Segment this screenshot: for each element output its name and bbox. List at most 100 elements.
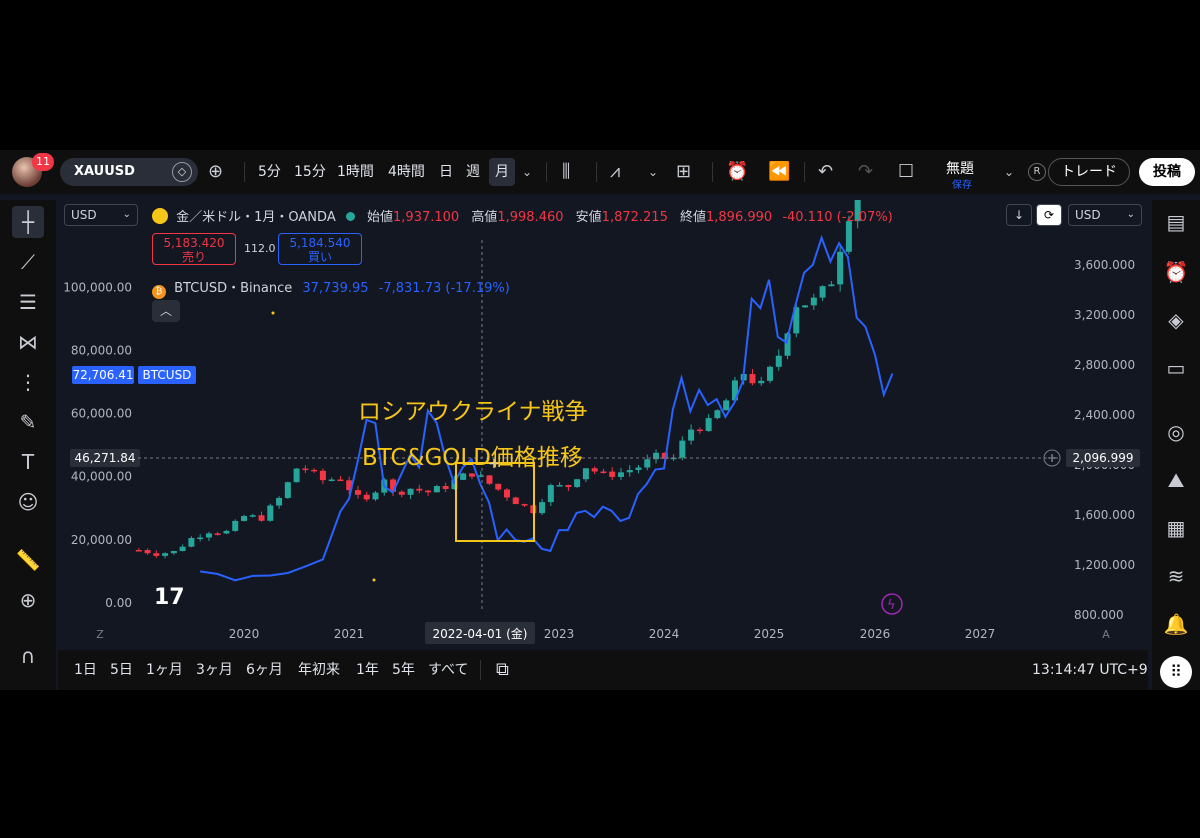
range-all[interactable]: すべて [428,650,468,690]
text-icon[interactable]: T [12,446,44,478]
gold-candle-body [486,475,493,484]
arrow-down-icon[interactable]: ↓ [1006,204,1032,226]
add-compare-icon[interactable]: ⊕ [208,150,223,194]
candles-icon[interactable]: ⫼ [562,150,570,194]
range-6m[interactable]: 6ヶ月 [246,650,283,690]
right-sidebar: ▤ ⏰ ◈ ▭ ◎ ⛰ ▦ ≋ 🔔 ⠿ [1152,200,1200,690]
magnet-icon[interactable]: ∩ [12,640,44,672]
left-tick-label: 80,000.00 [71,343,132,357]
range-ytd[interactable]: 年初来 [298,650,340,690]
crosshair-date: 2022-04-01 (金) [433,626,528,641]
sync-icon[interactable]: ⟳ [1036,204,1062,226]
interval-15m[interactable]: 15分 [294,150,326,194]
left-tick-label: 20,000.00 [71,533,132,547]
tradingview-logo-icon: 17 [154,585,185,610]
gold-candle-body [179,546,186,551]
crosshair-icon[interactable]: ┼ [12,206,44,238]
left-axis: 100,000.00 80,000.00 60,000.00 40,000.00 20,… [63,280,196,610]
redo-icon[interactable]: ↷ [858,150,873,194]
sell-button[interactable]: 5,183.420 売り [152,233,236,265]
drawing-toolbar: ┼ ⟋ ☰ ⋈ ⋮ ✎ T ☺ 📏 ⊕ ∩ [0,200,56,690]
projection-icon[interactable]: ⋮ [12,366,44,398]
chevron-down-icon[interactable]: ⌄ [522,150,532,194]
range-3m[interactable]: 3ヶ月 [196,650,233,690]
replay-icon[interactable]: ⏪ [768,150,790,194]
currency-select-right[interactable]: USD ⌄ [1068,204,1142,226]
r-button[interactable]: R [1028,163,1046,181]
market-open-dot [345,212,355,221]
bell-icon[interactable]: 🔔 [1160,608,1192,640]
calendar-range-icon[interactable]: ⧉ [496,650,509,690]
left-tick-label: 0.00 [105,596,132,610]
undo-icon[interactable]: ↶ [818,150,833,194]
gold-candle-body [635,467,642,470]
trendline-icon[interactable]: ⟋ [12,246,44,278]
left-tick-label: 100,000.00 [63,280,132,294]
high-value: 1,998.460 [497,210,564,225]
symbol-search[interactable]: XAUUSD ◇ [60,158,198,186]
gold-logo-icon [152,208,168,224]
gold-candle-body [232,520,239,531]
target-icon[interactable]: ◎ [1160,416,1192,448]
post-button[interactable]: 投稿 [1139,158,1195,186]
ruler-icon[interactable]: 📏 [12,544,44,576]
gold-candle-body [819,286,826,298]
interval-1h[interactable]: 1時間 [337,150,374,194]
layouts-icon[interactable]: ⊞ [676,150,691,194]
chat-icon[interactable]: ▭ [1160,352,1192,384]
diamond-icon[interactable]: ◇ [172,162,192,182]
mountain-icon[interactable]: ⛰ [1160,464,1192,496]
chart-area[interactable]: 100,000.00 80,000.00 60,000.00 40,000.00 20,… [58,194,1148,650]
fib-icon[interactable]: ☰ [12,286,44,318]
alarm-icon[interactable]: ⏰ [1160,256,1192,288]
change-value: -40.110 (-2.07%) [782,210,893,225]
pattern-icon[interactable]: ⋈ [12,326,44,358]
chevron-down-icon[interactable]: ⌄ [1004,150,1014,194]
high-label: 高値 [471,210,498,225]
interval-5m[interactable]: 5分 [258,150,281,194]
range-5d[interactable]: 5日 [110,650,133,690]
buy-button[interactable]: 5,184.540 買い [278,233,362,265]
brush-icon[interactable]: ✎ [12,406,44,438]
gold-candle-body [714,410,721,419]
gold-candle-body [267,505,274,521]
layers-icon[interactable]: ◈ [1160,304,1192,336]
gold-candle-body [495,483,502,490]
calendar-icon[interactable]: ▦ [1160,512,1192,544]
clock-time[interactable]: 13:14:47 UTC+9 [1032,650,1148,690]
interval-month[interactable]: 月 [489,158,515,186]
chevron-down-icon: ⌄ [122,209,131,220]
range-1y[interactable]: 1年 [356,650,379,690]
range-5y[interactable]: 5年 [392,650,415,690]
currency-select-left[interactable]: USD ⌄ [64,204,138,226]
alert-icon[interactable]: ⏰ [726,150,748,194]
time-axis: 2020 2021 2023 2024 2025 2026 2027 2022-04-01 (… [96,622,1110,644]
gold-candle-body [284,482,291,498]
interval-4h[interactable]: 4時間 [388,150,425,194]
btc-price-value: 72,706.41 [72,368,133,382]
chevron-down-icon: ⌄ [1126,209,1135,220]
chevron-up-icon[interactable]: ︿ [152,300,180,322]
indicators-icon[interactable]: ⩘ [610,150,620,194]
chevron-down-icon[interactable]: ⌄ [648,150,658,194]
layout-name[interactable]: 無題 [946,158,974,178]
interval-day[interactable]: 日 [439,150,453,194]
broadcast-icon[interactable]: ≋ [1160,560,1192,592]
fullscreen-icon[interactable]: ☐ [898,150,914,194]
emoji-icon[interactable]: ☺ [12,486,44,518]
apps-icon[interactable]: ⠿ [1160,656,1192,688]
watchlist-icon[interactable]: ▤ [1160,206,1192,238]
gold-candle-body [609,471,616,477]
dot [271,311,275,315]
time-tick-label: 2020 [229,627,260,641]
spread-value: 112.0 [244,242,276,255]
trade-button[interactable]: トレード [1048,158,1130,186]
gold-candle-body [767,366,773,381]
interval-week[interactable]: 週 [466,150,480,194]
range-1m[interactable]: 1ヶ月 [146,650,183,690]
zoom-in-icon[interactable]: ⊕ [12,584,44,616]
range-1d[interactable]: 1日 [74,650,97,690]
symbol-label: XAUUSD [74,164,135,179]
price-chart[interactable]: 100,000.00 80,000.00 60,000.00 40,000.00 20,… [58,194,1148,650]
gold-candle-body [460,473,467,480]
